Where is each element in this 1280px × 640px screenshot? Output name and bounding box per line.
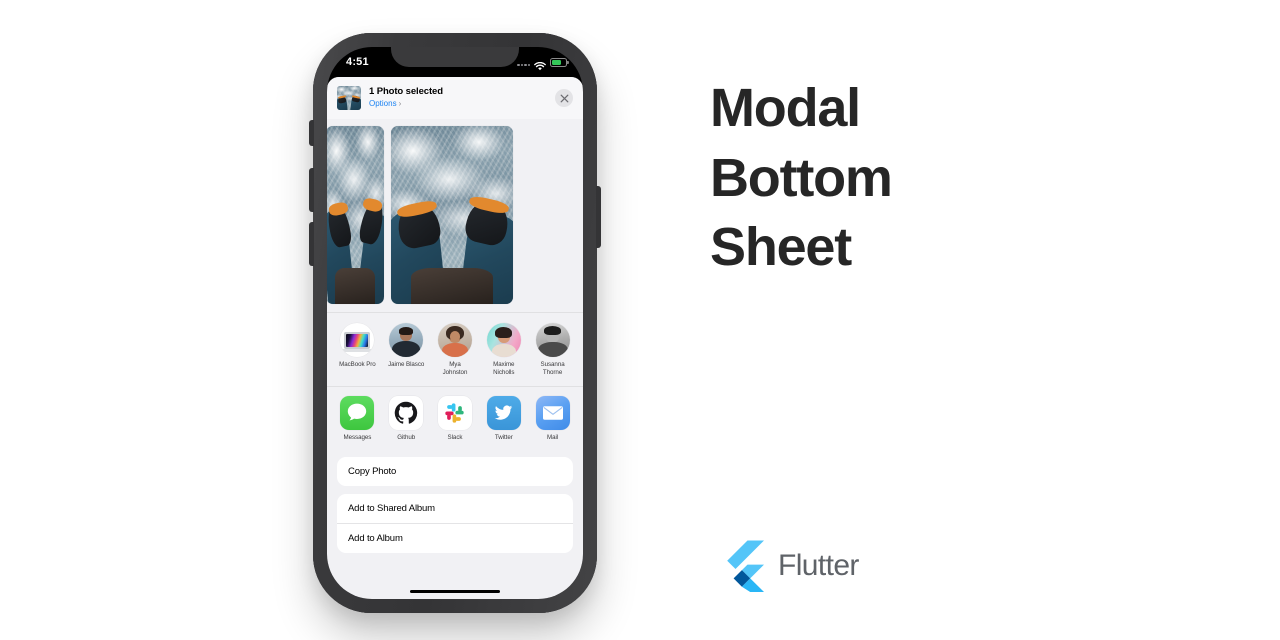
twitter-app-icon: [486, 395, 521, 430]
app-label: Twitter: [494, 433, 513, 441]
options-link[interactable]: Options ›: [369, 99, 547, 109]
contacts-row: MacBook Pro Jaime Blasco Mya Johnston Ma…: [327, 312, 583, 386]
app-label: Github: [397, 433, 416, 441]
action-group: Add to Shared Album Add to Album: [337, 493, 573, 553]
apps-row: Messages Github Slack Twitter Mail: [327, 385, 583, 449]
contact-avatar-susanna: [535, 323, 570, 357]
contact-item[interactable]: Mya Johnston: [433, 323, 477, 377]
app-item[interactable]: Slack: [433, 395, 477, 441]
page-title: Modal Bottom Sheet: [710, 74, 1150, 283]
power-button[interactable]: [596, 186, 601, 248]
app-label: Slack: [447, 433, 463, 441]
phone-screen: 4:51 1 Photo selected Options › MacBook …: [327, 47, 583, 599]
contact-label: MacBook Pro: [339, 361, 376, 368]
contact-avatar-mya: [437, 323, 472, 357]
notch: [391, 47, 519, 67]
app-item[interactable]: Github: [384, 395, 428, 441]
headline-line-2: Bottom: [710, 147, 893, 208]
contact-label: Maxime Nicholls: [493, 361, 515, 376]
app-item[interactable]: Twitter: [482, 395, 526, 441]
app-item[interactable]: Messages: [335, 395, 379, 441]
close-button[interactable]: [555, 89, 573, 107]
status-bar-time: 4:51: [346, 56, 369, 68]
contact-item[interactable]: Jaime Blasco: [384, 323, 428, 369]
photo-strip[interactable]: [327, 119, 583, 312]
options-label: Options: [369, 99, 397, 109]
flutter-branding: Flutter: [722, 540, 859, 592]
contact-avatar-maxime: [486, 323, 521, 357]
action-add-to-shared-album[interactable]: Add to Shared Album: [337, 494, 573, 523]
silent-switch-button[interactable]: [309, 120, 314, 146]
photo-thumbnail[interactable]: [327, 126, 384, 304]
mail-app-icon: [535, 395, 570, 430]
contact-label: Jaime Blasco: [388, 361, 425, 368]
home-indicator[interactable]: [410, 589, 500, 593]
action-add-to-album[interactable]: Add to Album: [337, 522, 573, 553]
contact-item[interactable]: Maxime Nicholls: [482, 323, 526, 377]
app-item[interactable]: Mail: [531, 395, 575, 441]
volume-down-button[interactable]: [309, 222, 314, 266]
canvas: 4:51 1 Photo selected Options › MacBook …: [0, 0, 1280, 640]
sheet-header-text: 1 Photo selected Options ›: [369, 87, 547, 108]
app-label: Mail: [547, 433, 559, 441]
photo-thumbnail[interactable]: [391, 126, 513, 304]
volume-up-button[interactable]: [309, 168, 314, 212]
action-copy-photo[interactable]: Copy Photo: [337, 457, 573, 486]
wifi-icon: [534, 58, 546, 70]
action-group: Copy Photo: [337, 456, 573, 486]
flutter-wordmark: Flutter: [778, 549, 859, 582]
battery-icon: [550, 57, 569, 67]
contact-label: Mya Johnston: [442, 361, 468, 376]
sheet-header: 1 Photo selected Options ›: [327, 77, 583, 119]
selection-title: 1 Photo selected: [369, 86, 443, 98]
modal-bottom-sheet: 1 Photo selected Options › MacBook Pro J…: [327, 77, 583, 599]
github-app-icon: [389, 395, 424, 430]
action-list: Copy Photo Add to Shared Album Add to Al…: [327, 449, 583, 599]
contact-item[interactable]: Susanna Thorne: [531, 323, 575, 377]
contact-label: Susanna Thorne: [540, 361, 565, 376]
contact-item[interactable]: MacBook Pro: [335, 323, 379, 369]
selected-photo-thumbnail: [337, 86, 361, 110]
messages-app-icon: [340, 395, 375, 430]
close-icon: [560, 94, 568, 102]
contact-avatar-jaime: [389, 323, 424, 357]
status-bar-indicators: [517, 57, 569, 70]
signal-dots-icon: [517, 58, 530, 66]
slack-app-icon: [437, 395, 472, 430]
headline-line-1: Modal: [710, 78, 861, 138]
headline-line-3: Sheet: [710, 217, 852, 278]
macbook-pro-device-icon: [340, 323, 375, 357]
app-label: Messages: [343, 433, 372, 441]
flutter-logo-icon: [727, 540, 764, 592]
chevron-right-icon: ›: [398, 99, 402, 109]
